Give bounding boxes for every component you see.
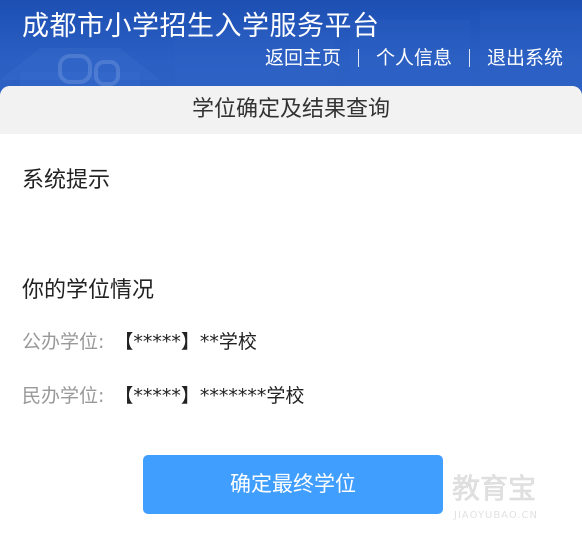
site-title: 成都市小学招生入学服务平台 — [22, 11, 380, 42]
nav-divider — [468, 49, 470, 67]
header-banner: 成都市小学招生入学服务平台 返回主页 个人信息 退出系统 — [0, 0, 582, 100]
main-card: 学位确定及结果查询 系统提示 你的学位情况 公办学位: 【*****】**学校 民… — [0, 86, 582, 544]
confirm-final-seat-button[interactable]: 确定最终学位 — [143, 455, 443, 514]
top-nav: 返回主页 个人信息 退出系统 — [265, 44, 563, 72]
nav-divider — [357, 49, 359, 67]
public-school-label: 公办学位: — [22, 331, 105, 353]
status-title: 你的学位情况 — [22, 278, 155, 303]
public-school-value: 【*****】**学校 — [114, 331, 257, 353]
private-school-label: 民办学位: — [22, 385, 105, 407]
notice-title: 系统提示 — [22, 168, 111, 193]
private-school-value: 【*****】*******学校 — [114, 385, 305, 407]
nav-logout-link[interactable]: 退出系统 — [487, 44, 563, 72]
card-title: 学位确定及结果查询 — [0, 86, 582, 134]
nav-home-link[interactable]: 返回主页 — [265, 44, 341, 72]
private-school-row: 民办学位: 【*****】*******学校 — [22, 382, 304, 410]
nav-profile-link[interactable]: 个人信息 — [376, 44, 452, 72]
public-school-row: 公办学位: 【*****】**学校 — [22, 328, 257, 356]
